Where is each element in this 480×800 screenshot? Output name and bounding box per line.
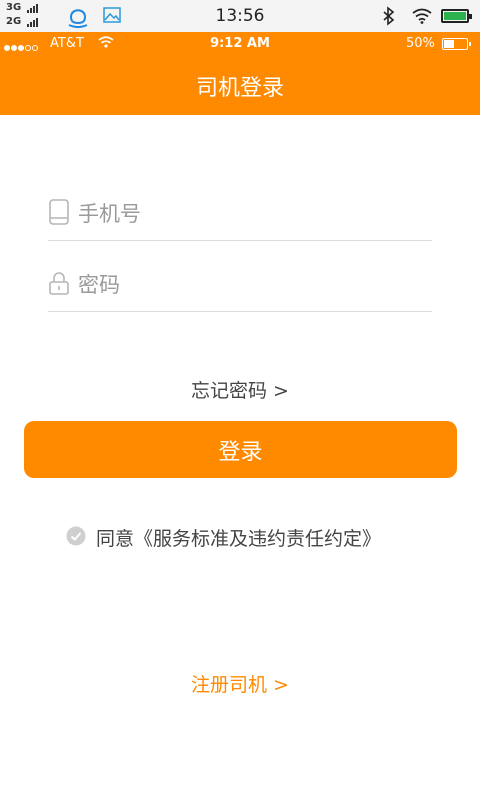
agreement-text[interactable]: 同意《服务标准及违约责任约定》 (96, 524, 381, 551)
phone-icon (49, 199, 69, 225)
ios-battery-icon (442, 38, 471, 50)
ios-status-bar: AT&T 9:12 AM 50% (0, 32, 480, 54)
phone-field (48, 197, 432, 241)
battery-icon (441, 9, 472, 23)
page-title: 司机登录 (195, 76, 284, 101)
app-header: AT&T 9:12 AM 50% 司机登录 (0, 32, 480, 115)
system-time: 13:56 (215, 6, 265, 26)
battery-percent: 50% (406, 36, 435, 51)
forgot-password-link[interactable]: 忘记密码 > (0, 376, 480, 403)
password-field (48, 268, 432, 312)
phone-input[interactable] (78, 197, 428, 231)
bluetooth-icon (383, 6, 395, 26)
wifi-icon (412, 8, 432, 24)
password-input[interactable] (78, 268, 428, 302)
login-button[interactable]: 登录 (24, 421, 457, 478)
system-status-bar: 3G 2G 13:56 (0, 0, 480, 32)
check-circle-icon[interactable] (66, 526, 86, 546)
register-driver-link[interactable]: 注册司机 > (0, 670, 480, 697)
lock-icon (49, 272, 69, 295)
